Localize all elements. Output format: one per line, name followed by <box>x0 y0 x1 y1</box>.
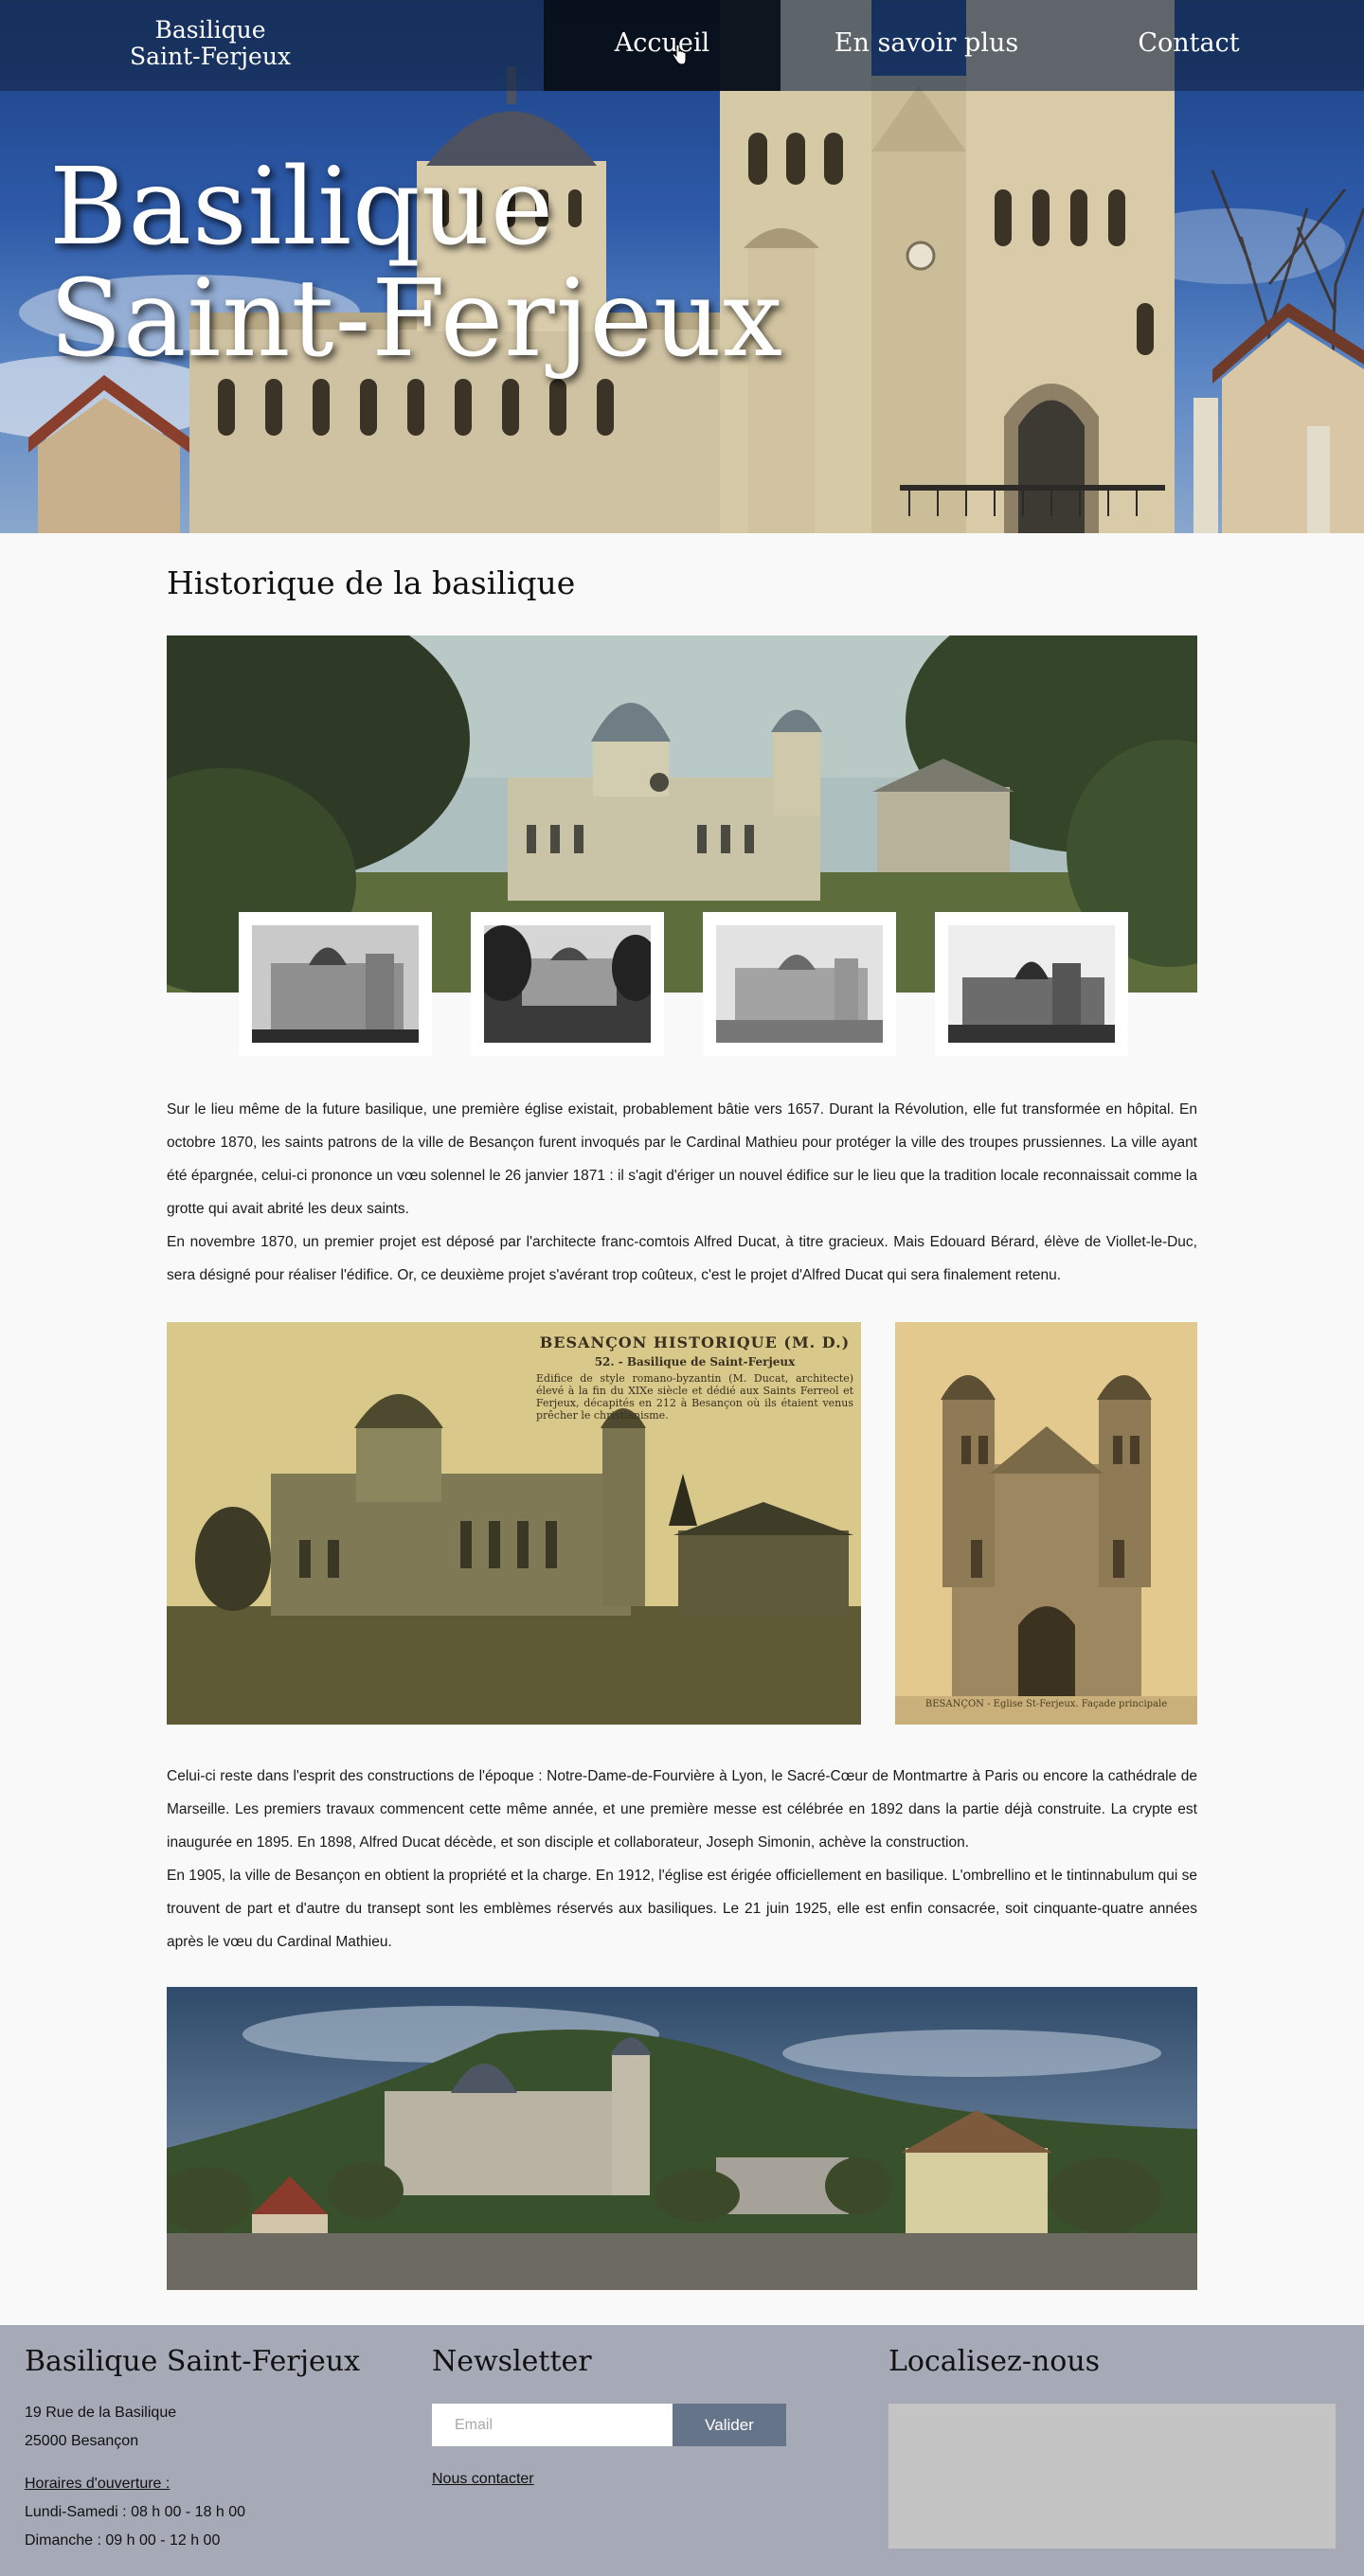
history-paragraph-1a: Sur le lieu même de la future basilique,… <box>167 1101 1197 1217</box>
postcard-caption-body: Edifice de style romano-byzantin (M. Duc… <box>536 1372 853 1422</box>
postcard-caption-sub: 52. - Basilique de Saint-Ferjeux <box>594 1355 796 1368</box>
hero-title: Basilique Saint-Ferjeux <box>49 152 783 375</box>
locate-title: Localisez-nous <box>888 2345 1101 2378</box>
thumbnail-3[interactable] <box>703 912 896 1056</box>
thumbnail-2[interactable] <box>471 912 664 1056</box>
history-paragraph-1: Sur le lieu même de la future basilique,… <box>167 1093 1197 1292</box>
thumbnail-4[interactable] <box>935 912 1128 1056</box>
address-line1: 19 Rue de la Basilique <box>25 2405 177 2421</box>
footer-address: 19 Rue de la Basilique 25000 Besançon <box>25 2399 176 2456</box>
thumbnail-1-image <box>252 925 419 1043</box>
newsletter-title: Newsletter <box>432 2345 592 2378</box>
nav-en-savoir-plus[interactable]: En savoir plus <box>803 0 1050 91</box>
address-line2: 25000 Besançon <box>25 2433 139 2449</box>
postcard-caption-title: BESANÇON HISTORIQUE (M. D.) <box>539 1333 851 1351</box>
sepia-postcard: BESANÇON HISTORIQUE (M. D.) 52. - Basili… <box>167 1322 861 1725</box>
nav-accueil[interactable]: Accueil <box>544 0 781 91</box>
facade-caption: BESANÇON - Eglise St-Ferjeux. Façade pri… <box>924 1699 1168 1709</box>
thumbnail-4-image <box>948 925 1115 1043</box>
hand-cursor-icon <box>672 45 687 65</box>
brand-line2: Saint-Ferjeux <box>129 43 292 70</box>
brand-logo-link[interactable]: Basilique Saint-Ferjeux <box>97 17 324 70</box>
panorama-photo <box>167 1987 1197 2290</box>
top-navbar: Basilique Saint-Ferjeux Accueil En savoi… <box>0 0 1364 91</box>
hours-sunday: Dimanche : 09 h 00 - 12 h 00 <box>25 2532 221 2549</box>
nav-contact[interactable]: Contact <box>1099 0 1279 91</box>
footer-title: Basilique Saint-Ferjeux <box>25 2345 361 2378</box>
map-placeholder[interactable] <box>888 2404 1336 2549</box>
section-title: Historique de la basilique <box>167 564 576 601</box>
hours-weekdays: Lundi-Samedi : 08 h 00 - 18 h 00 <box>25 2504 246 2520</box>
history-paragraph-2: Celui-ci reste dans l'esprit des constru… <box>167 1760 1197 1959</box>
footer-hours: Horaires d'ouverture : Lundi-Samedi : 08… <box>25 2470 245 2555</box>
thumbnail-3-image <box>716 925 883 1043</box>
history-paragraph-1b: En novembre 1870, un premier projet est … <box>167 1234 1197 1283</box>
thumbnail-2-image <box>484 925 651 1043</box>
sepia-facade-photo: BESANÇON - Eglise St-Ferjeux. Façade pri… <box>895 1322 1197 1725</box>
postcard-caption: BESANÇON HISTORIQUE (M. D.) 52. - Basili… <box>536 1333 853 1422</box>
hero-title-line2: Saint-Ferjeux <box>49 258 784 381</box>
hero-title-line1: Basilique <box>49 146 555 269</box>
history-paragraph-2b: En 1905, la ville de Besançon en obtient… <box>167 1868 1197 1950</box>
brand-line1: Basilique <box>154 16 266 44</box>
history-paragraph-2a: Celui-ci reste dans l'esprit des constru… <box>167 1768 1197 1851</box>
hours-label: Horaires d'ouverture : <box>25 2476 170 2492</box>
email-field[interactable] <box>432 2404 673 2446</box>
thumbnail-1[interactable] <box>239 912 432 1056</box>
validate-button[interactable]: Valider <box>673 2404 786 2446</box>
contact-link[interactable]: Nous contacter <box>432 2465 534 2494</box>
